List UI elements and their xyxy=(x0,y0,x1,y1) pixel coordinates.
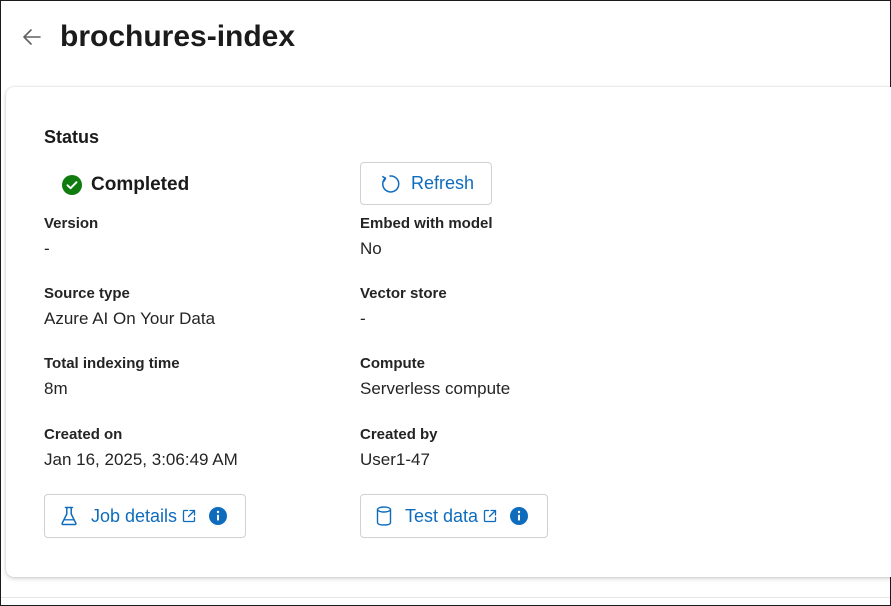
info-icon[interactable] xyxy=(209,507,228,525)
field-value: 8m xyxy=(44,379,68,398)
divider xyxy=(1,597,890,598)
check-circle-icon xyxy=(62,175,82,195)
database-icon xyxy=(376,506,392,526)
section-title: Status xyxy=(44,127,100,147)
status-indicator: Completed xyxy=(62,173,189,197)
field-label: Compute xyxy=(360,355,425,372)
refresh-icon xyxy=(382,174,400,193)
field-version: Version - xyxy=(44,214,98,261)
beaker-icon xyxy=(61,506,77,526)
field-label: Version xyxy=(44,215,99,232)
field-label: Embed with model xyxy=(360,215,493,232)
refresh-button[interactable]: Refresh xyxy=(360,162,492,205)
field-indexing-time: Total indexing time 8m xyxy=(44,354,180,401)
field-value: No xyxy=(360,239,382,258)
external-link-icon xyxy=(182,509,196,523)
field-label: Vector store xyxy=(360,285,447,302)
job-details-label: Job details xyxy=(91,505,178,526)
status-text: Completed xyxy=(91,174,190,195)
test-data-label: Test data xyxy=(405,505,479,526)
field-label: Total indexing time xyxy=(44,355,180,372)
field-value: - xyxy=(360,309,366,328)
field-source-type: Source type Azure AI On Your Data xyxy=(44,284,215,331)
field-compute: Compute Serverless compute xyxy=(360,354,510,401)
status-card: Status Completed Refresh Version - Embed… xyxy=(6,87,891,577)
info-icon[interactable] xyxy=(510,507,529,525)
field-value: Jan 16, 2025, 3:06:49 AM xyxy=(44,450,238,469)
field-created-by: Created by User1-47 xyxy=(360,425,438,472)
field-label: Source type xyxy=(44,285,130,302)
job-details-button[interactable]: Job details xyxy=(44,494,246,538)
page-header: brochures-index xyxy=(1,1,890,79)
field-value: User1-47 xyxy=(360,450,430,469)
test-data-button[interactable]: Test data xyxy=(360,494,548,538)
field-value: - xyxy=(44,239,50,258)
field-label: Created by xyxy=(360,426,438,443)
refresh-label: Refresh xyxy=(411,173,475,193)
page-title: brochures-index xyxy=(60,20,296,53)
field-embed-model: Embed with model No xyxy=(360,214,493,261)
field-value: Azure AI On Your Data xyxy=(44,309,216,328)
external-link-icon xyxy=(483,509,497,523)
arrow-left-icon[interactable] xyxy=(20,25,44,49)
field-created-on: Created on Jan 16, 2025, 3:06:49 AM xyxy=(44,425,238,472)
field-vector-store: Vector store - xyxy=(360,284,447,331)
field-value: Serverless compute xyxy=(360,379,511,398)
field-label: Created on xyxy=(44,426,123,443)
